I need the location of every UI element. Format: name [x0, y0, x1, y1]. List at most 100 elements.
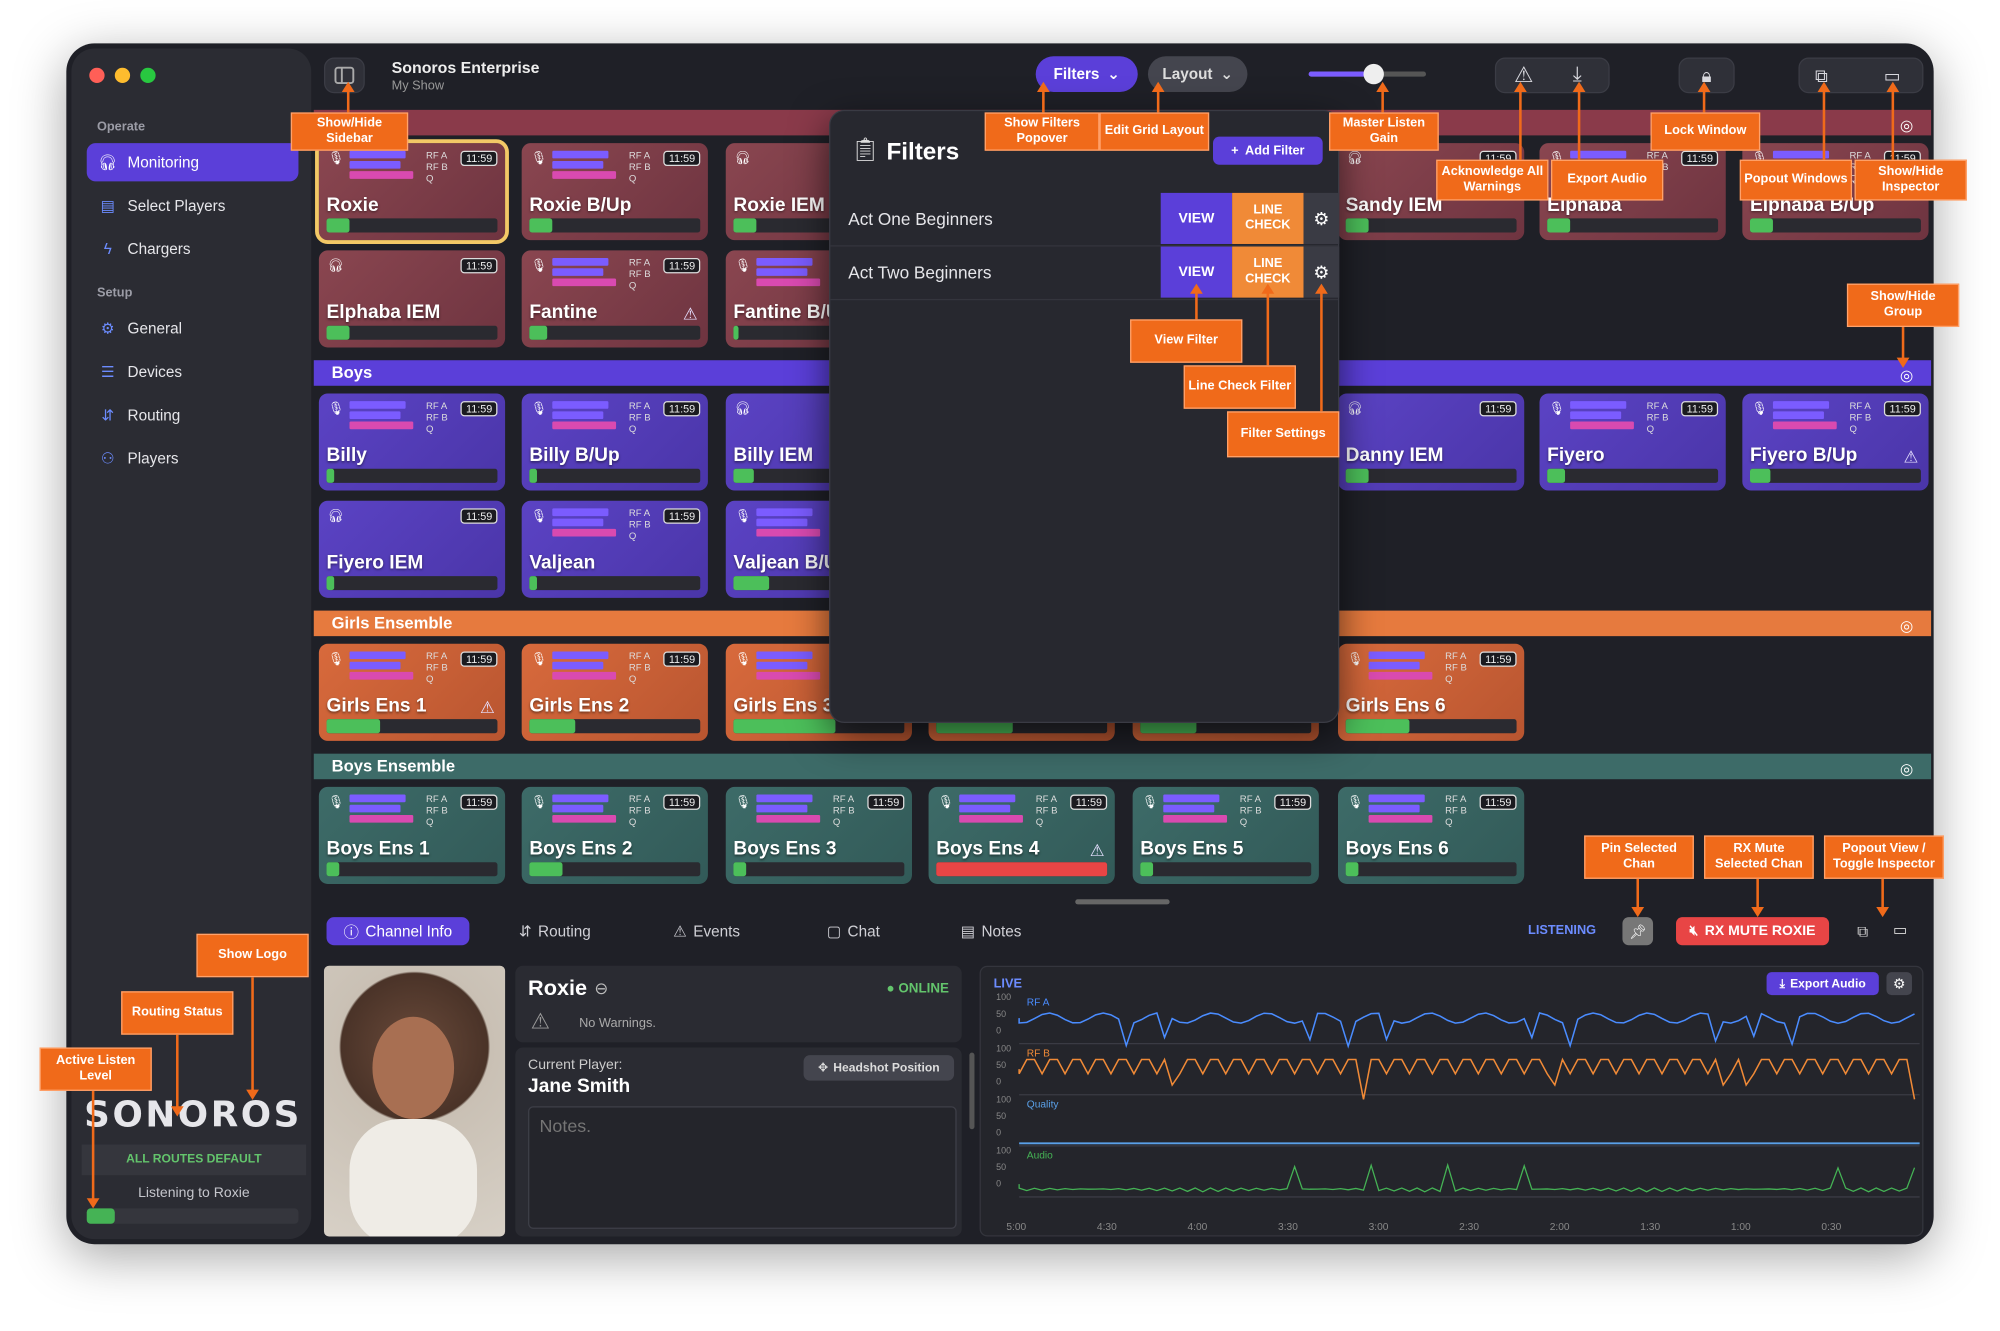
audio-level-meter	[326, 325, 498, 340]
filter-settings-button[interactable]: ⚙	[1303, 192, 1340, 244]
microphone-icon: 🎙︎	[327, 652, 345, 667]
tab-channel-info[interactable]: ⓘ Channel Info	[326, 917, 470, 946]
zoom-window-button[interactable]	[140, 67, 156, 84]
toggle-inspector-icon[interactable]: ▭	[1893, 921, 1907, 939]
annotation-arrow	[1636, 878, 1640, 910]
sidebar-item-players[interactable]: ⚇ Players	[87, 439, 299, 477]
audio-level-meter	[529, 576, 701, 591]
audio-level-meter	[1140, 862, 1312, 877]
channel-tile[interactable]: 🎧︎ 11:59 Elphaba IEM	[318, 250, 506, 348]
annotation-arrow	[1891, 89, 1895, 160]
channel-tile[interactable]: 🎙︎ RF A RF BQ 11:59 Girls Ens 1 ⚠	[318, 643, 506, 741]
sidebar-item-monitoring[interactable]: 🎧︎ Monitoring	[86, 143, 299, 182]
more-options-icon[interactable]: ⊖	[594, 978, 608, 998]
annotation-ack: Acknowledge All Warnings	[1436, 159, 1549, 201]
microphone-icon: 🎙︎	[530, 509, 547, 524]
tab-notes[interactable]: ▤ Notes	[936, 917, 1046, 945]
x-tick: 1:00	[1731, 1222, 1751, 1233]
sidebar-item-routing[interactable]: ⇵ Routing	[87, 396, 299, 434]
microphone-icon: 🎙︎	[530, 795, 547, 810]
channel-tile[interactable]: 🎧︎ 11:59 Danny IEM	[1337, 393, 1525, 491]
y-tick: 100	[996, 1145, 1011, 1155]
channel-tile[interactable]: 🎙︎ RF A RF BQ 11:59 Boys Ens 1	[318, 786, 506, 884]
audio-level-meter	[1345, 218, 1517, 233]
channel-tile[interactable]: 🎙︎ RF A RF BQ 11:59 Boys Ens 5	[1132, 786, 1319, 884]
sonoros-logo[interactable]: SONOROS	[84, 1093, 302, 1135]
channel-tile[interactable]: 🎙︎ RF A RF BQ 11:59 Boys Ens 4 ⚠	[928, 786, 1115, 884]
rf-labels: RF ARF BQ	[426, 793, 448, 828]
tab-events[interactable]: ⚠ Events	[643, 917, 771, 945]
filters-title: Filters	[886, 139, 960, 167]
channel-tile[interactable]: 🎙︎ RF A RF BQ 11:59 Fiyero B/Up ⚠	[1742, 393, 1929, 491]
rx-mute-button[interactable]: 🔇︎ RX MUTE ROXIE	[1676, 917, 1830, 946]
annotation-arrow	[91, 1090, 95, 1201]
pin-channel-button[interactable]: 📌︎	[1622, 917, 1654, 946]
channel-tile[interactable]: 🎙︎ RF A RF BQ 11:59 Boys Ens 6	[1337, 786, 1525, 884]
close-window-button[interactable]	[89, 67, 105, 84]
channel-name: Fiyero B/Up	[1749, 444, 1858, 467]
channel-tile[interactable]: 🎙︎ RF A RF BQ 11:59 Roxie	[315, 139, 509, 244]
annotation-group: Show/Hide Group	[1846, 283, 1960, 328]
headphones-icon: 🎧︎	[1346, 402, 1364, 417]
rf-meters	[756, 794, 827, 828]
channel-tile[interactable]: 🎙︎ RF A RF BQ 11:59 Roxie B/Up	[521, 143, 708, 241]
sidebar-item-devices[interactable]: ☰ Devices	[87, 353, 299, 391]
scrollbar[interactable]	[969, 1052, 975, 1130]
arrow-head	[1817, 81, 1831, 92]
sidebar-item-general[interactable]: ⚙ General	[87, 309, 299, 347]
routing-status[interactable]: ALL ROUTES DEFAULT	[81, 1144, 307, 1176]
sidebar-item-chargers[interactable]: ϟ Chargers	[87, 230, 299, 268]
rf-meters	[756, 508, 827, 541]
eye-slash-icon[interactable]: ◎	[1900, 613, 1913, 639]
notes-field[interactable]	[528, 1106, 957, 1229]
filter-row[interactable]: Act One Beginners VIEW LINE CHECK ⚙	[830, 192, 1340, 247]
tab-label: Notes	[981, 922, 1022, 941]
audio-level-meter	[326, 468, 498, 483]
channel-tile[interactable]: 🎙︎ RF A RF BQ 11:59 Billy B/Up	[521, 393, 708, 491]
headphones-icon: 🎧︎	[327, 509, 345, 524]
annotation-sidebar: Show/Hide Sidebar	[290, 112, 409, 151]
channel-tile[interactable]: 🎙︎ RF A RF BQ 11:59 Fantine ⚠	[521, 250, 708, 348]
add-filter-button[interactable]: + Add Filter	[1213, 136, 1323, 165]
channel-tile[interactable]: 🎙︎ RF A RF BQ 11:59 Billy	[318, 393, 506, 491]
channel-tile[interactable]: 🎙︎ RF A RF BQ 11:59 Boys Ens 3	[725, 786, 912, 884]
master-gain-slider[interactable]	[1308, 63, 1427, 85]
view-filter-button[interactable]: VIEW	[1160, 192, 1233, 244]
audio-level-meter	[1345, 468, 1517, 483]
filters-button[interactable]: Filters ⌄	[1035, 56, 1138, 92]
battery-time: 11:59	[460, 401, 498, 417]
line-check-button[interactable]: LINE CHECK	[1232, 192, 1304, 244]
toolbar: Sonoros Enterprise My Show Filters ⌄ Layo…	[316, 43, 1933, 107]
headshot-photo	[323, 965, 506, 1237]
channel-tile[interactable]: 🎙︎ RF A RF BQ 11:59 Girls Ens 6	[1337, 643, 1525, 741]
warning-export-group: ⚠ ⤓	[1494, 57, 1610, 94]
group-header-boys-ensemble[interactable]: Boys Ensemble ◎	[313, 753, 1932, 782]
rf-meters	[756, 651, 827, 684]
eye-slash-icon[interactable]: ◎	[1900, 756, 1913, 782]
channel-tile[interactable]: 🎙︎ RF A RF BQ 11:59 Fiyero	[1539, 393, 1726, 491]
headshot-position-button[interactable]: ✥ Headshot Position	[803, 1055, 955, 1081]
arrow-head	[1514, 81, 1527, 92]
channel-tile[interactable]: 🎧︎ 11:59 Fiyero IEM	[318, 500, 506, 598]
sidebar-item-select-players[interactable]: ▤ Select Players	[87, 187, 299, 225]
drag-handle[interactable]	[1075, 899, 1170, 905]
tab-chat[interactable]: ▢ Chat	[796, 917, 911, 945]
channel-tile[interactable]: 🎙︎ RF A RF BQ 11:59 Valjean	[521, 500, 708, 598]
popout-view-icon[interactable]: ⧉	[1857, 922, 1868, 941]
channel-tile[interactable]: 🎙︎ RF A RF BQ 11:59 Boys Ens 2	[521, 786, 708, 884]
channel-tile[interactable]: 🎙︎ RF A RF BQ 11:59 Girls Ens 2	[521, 643, 708, 741]
gear-icon: ⚙	[1313, 261, 1330, 282]
arrow-head	[246, 1089, 259, 1100]
annotation-arrow	[1822, 89, 1826, 160]
minimize-window-button[interactable]	[114, 67, 131, 84]
rf-labels: RF ARF BQ	[1445, 793, 1467, 828]
x-tick: 3:00	[1369, 1222, 1389, 1233]
tab-routing[interactable]: ⇵ Routing	[492, 917, 617, 945]
sidebar-item-label: Select Players	[127, 196, 226, 215]
channel-name: Girls Ens 1	[326, 694, 427, 717]
eye-slash-icon[interactable]: ◎	[1900, 112, 1913, 138]
annotation-arrow	[1195, 291, 1198, 320]
rf-labels: RF ARF BQ	[1239, 793, 1262, 828]
channel-name: Girls Ens 2	[529, 694, 630, 717]
rf-meters	[552, 258, 623, 291]
